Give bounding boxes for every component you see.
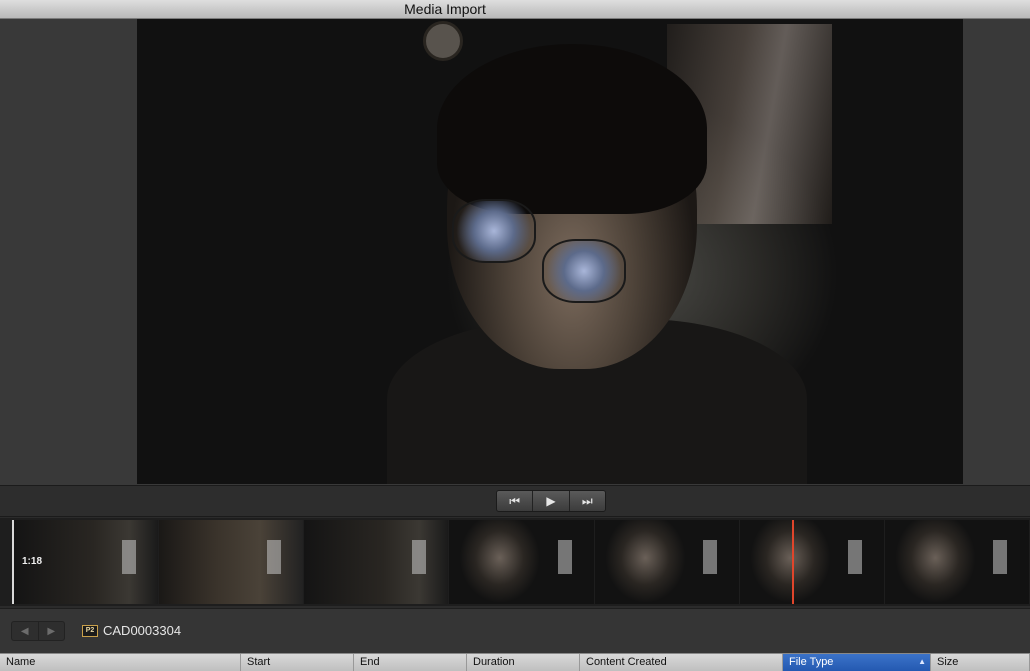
sort-ascending-icon: ▲ [918,657,926,666]
arrow-left-icon: ◀ [20,625,29,637]
wall-clock [423,21,463,61]
skip-forward-button[interactable]: ⏭ [570,491,605,511]
clip-info-bar: ◀ ▶ P2 CAD0003304 [0,608,1030,653]
clip-name: CAD0003304 [103,623,182,638]
video-preview[interactable] [137,19,963,484]
column-label: File Type [789,656,834,668]
clip-navigation: ◀ ▶ [11,621,65,641]
previous-clip-button[interactable]: ◀ [12,622,39,640]
window-title: Media Import [404,1,486,17]
column-header-content-created[interactable]: Content Created [580,654,783,671]
filmstrip-frame[interactable] [449,520,594,604]
skip-back-icon: ⏮ [509,493,521,508]
glasses-left-lens [452,199,536,263]
transport-controls: ⏮ ▶ ⏭ [496,490,606,512]
filmstrip-frames: 1:18 [12,520,1030,604]
filmstrip-frame[interactable] [304,520,449,604]
filmstrip-frame[interactable] [739,520,884,604]
column-header-name[interactable]: Name [0,654,241,671]
next-clip-button[interactable]: ▶ [39,622,65,640]
play-icon: ▶ [546,494,556,508]
filmstrip-frame[interactable]: 1:18 [12,520,159,604]
person-hair [437,44,707,214]
arrow-right-icon: ▶ [47,625,56,637]
column-header-duration[interactable]: Duration [467,654,580,671]
column-header-file-type[interactable]: File Type ▲ [783,654,931,671]
column-label: Duration [473,656,515,668]
filmstrip[interactable]: 1:18 [0,518,1030,606]
filmstrip-frame[interactable] [884,520,1029,604]
skip-forward-icon: ⏭ [581,493,593,508]
glasses-right-lens [542,239,626,303]
title-bar: Media Import [0,0,1030,19]
playhead[interactable] [792,520,794,604]
table-header: Name Start End Duration Content Created … [0,653,1030,671]
column-label: Name [6,656,36,668]
column-header-start[interactable]: Start [241,654,354,671]
filmstrip-frame[interactable] [594,520,739,604]
p2-format-icon: P2 [82,625,98,637]
column-label: Start [247,656,271,668]
column-label: End [360,656,380,668]
column-label: Size [937,656,959,668]
clip-duration: 1:18 [22,556,43,567]
column-label: Content Created [586,656,667,668]
play-button[interactable]: ▶ [533,491,570,511]
skip-back-button[interactable]: ⏮ [497,491,534,511]
column-header-size[interactable]: Size [931,654,1030,671]
filmstrip-frame[interactable] [159,520,304,604]
column-header-end[interactable]: End [354,654,467,671]
viewer-area [0,19,1030,485]
transport-bar: ⏮ ▶ ⏭ [0,485,1030,517]
